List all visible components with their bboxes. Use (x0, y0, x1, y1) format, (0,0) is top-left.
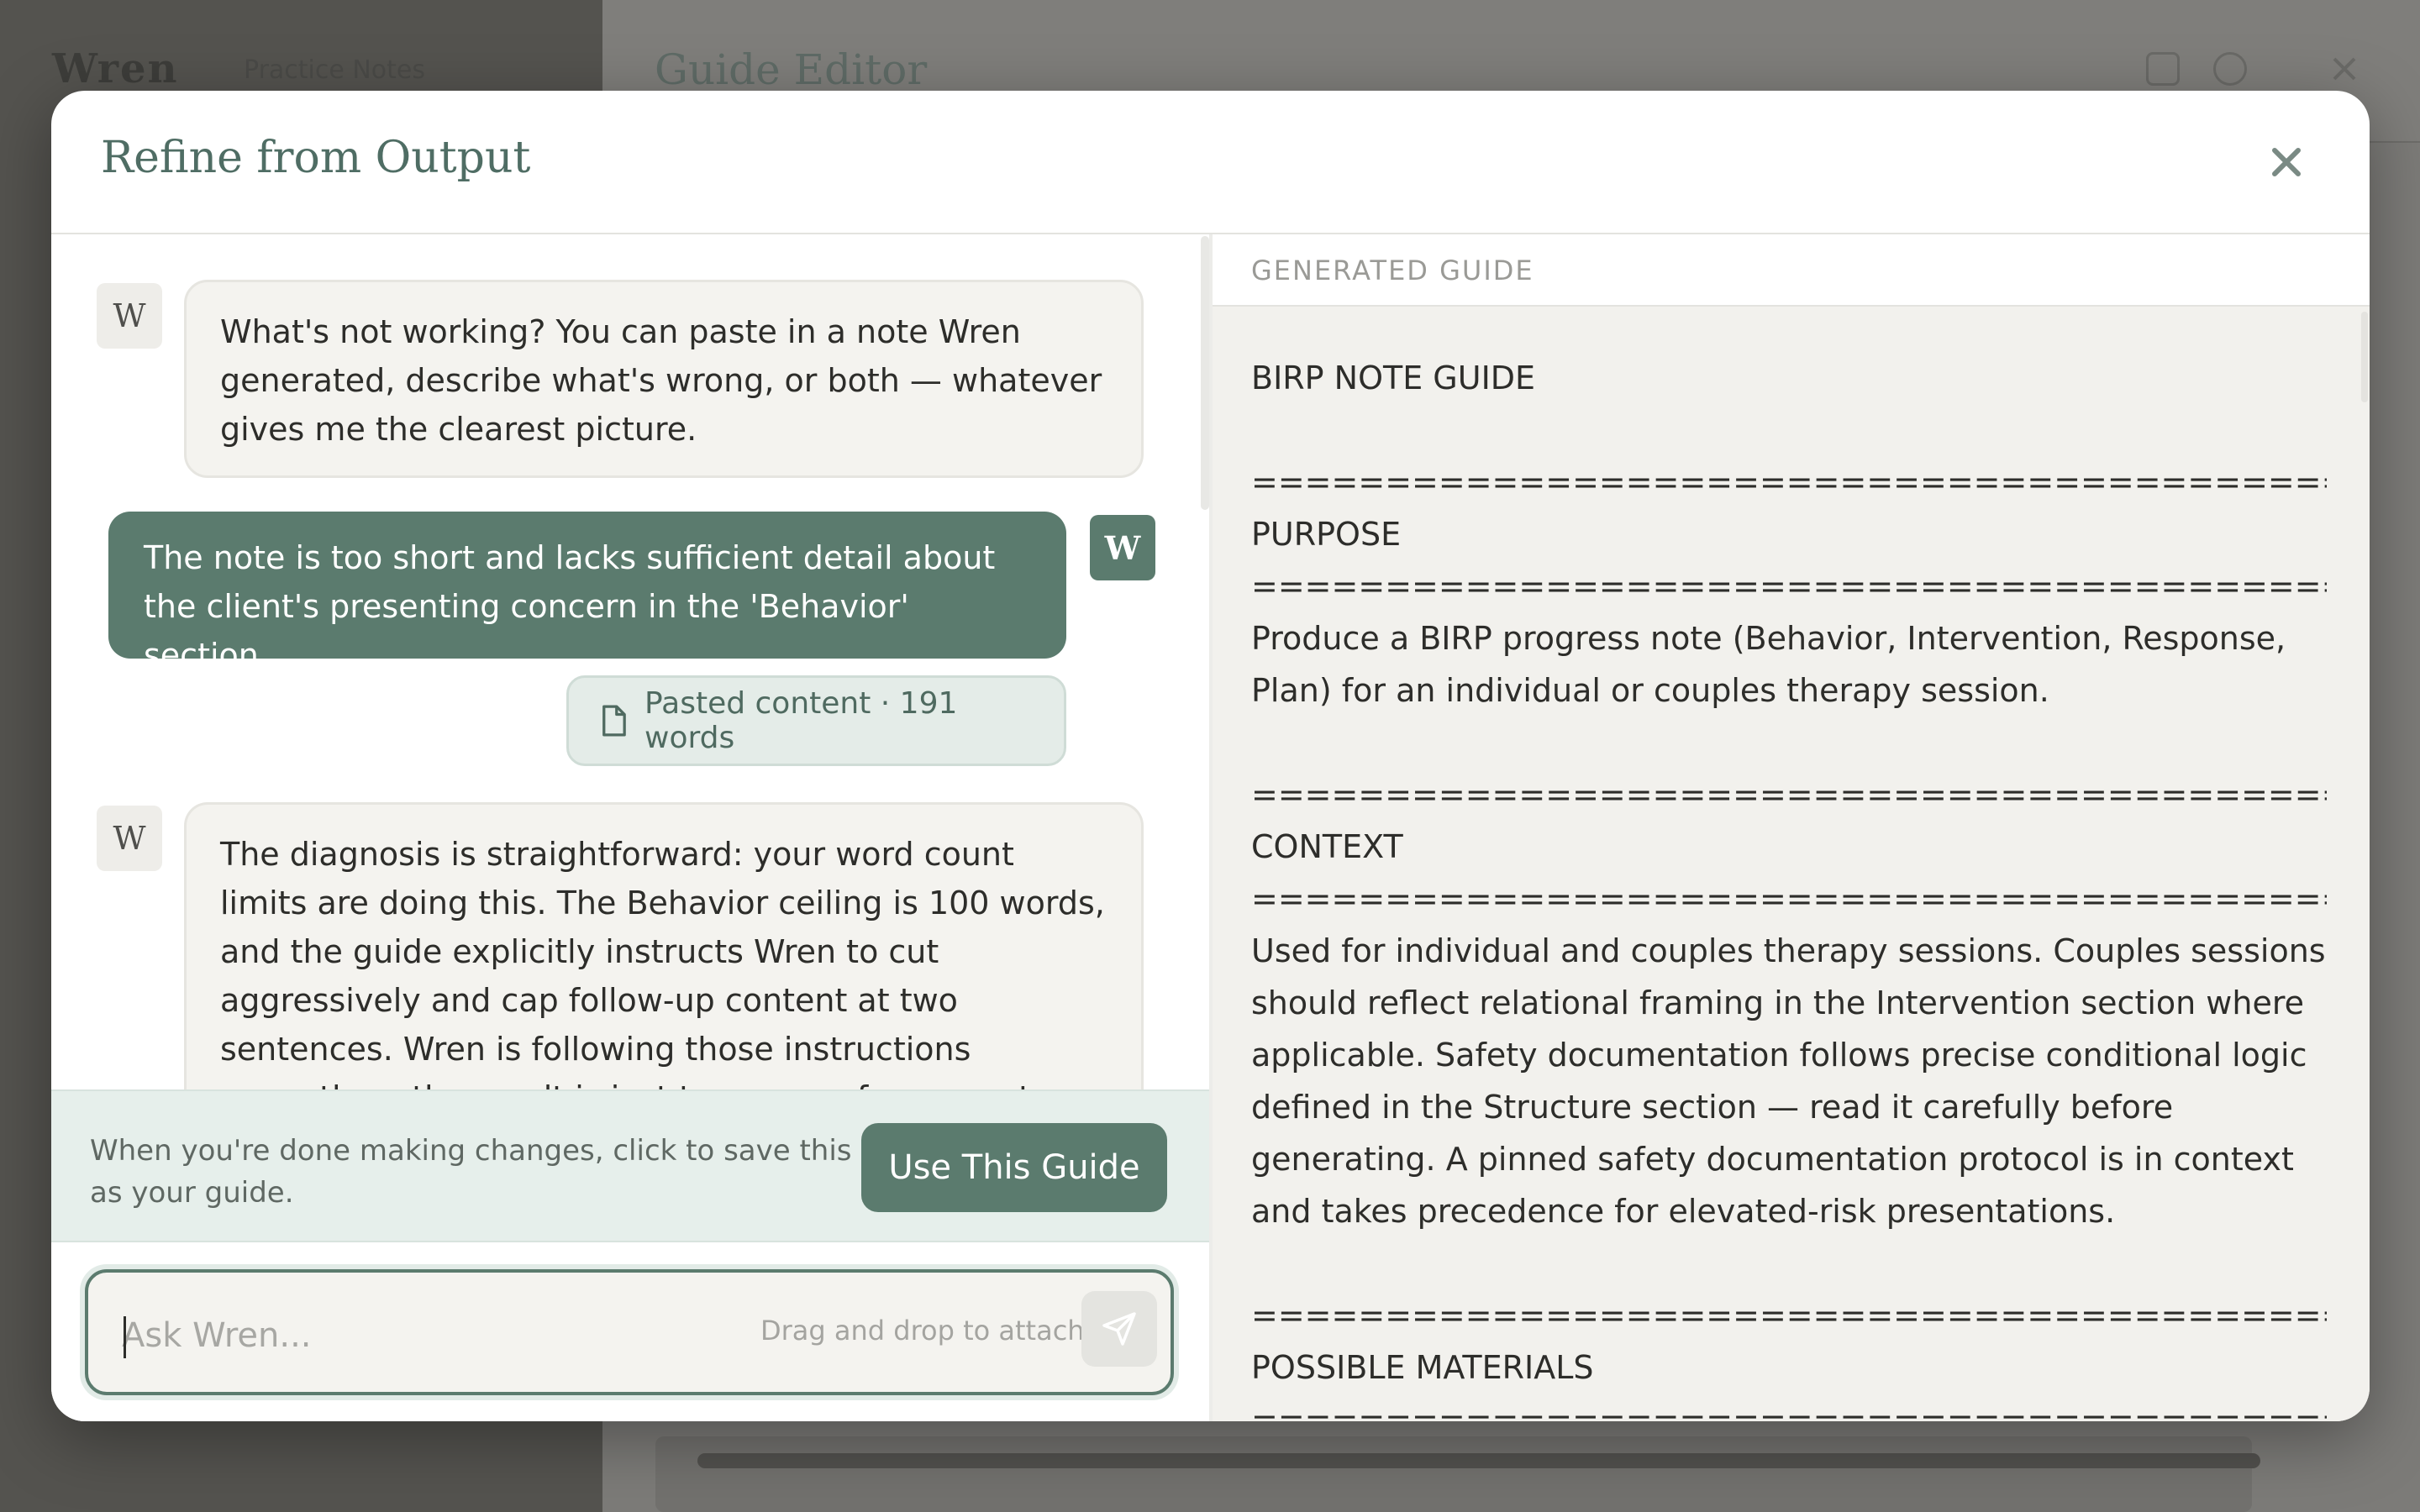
close-icon (2272, 148, 2301, 176)
send-button[interactable] (1081, 1291, 1157, 1367)
background-card (655, 1436, 2252, 1512)
modal-title: Refine from Output (101, 133, 531, 183)
guide-content[interactable]: BIRP NOTE GUIDE ========================… (1251, 352, 2327, 1421)
guide-header-label: GENERATED GUIDE (1251, 255, 1534, 286)
assistant-message: The diagnosis is straightforward: your w… (184, 802, 1144, 1089)
save-hint-text: When you're done making changes, click t… (90, 1134, 852, 1210)
assistant-message: What's not working? You can paste in a n… (184, 280, 1144, 478)
app-logo: Wren (52, 45, 179, 92)
assistant-avatar: W (97, 806, 162, 871)
guide-header: GENERATED GUIDE (1213, 234, 2370, 307)
chat-input-box[interactable]: Drag and drop to attach (85, 1269, 1174, 1395)
settings-icon (2213, 52, 2247, 86)
use-this-guide-button[interactable]: Use This Guide (861, 1123, 1167, 1212)
info-icon (2146, 52, 2180, 86)
text-caret (124, 1316, 126, 1358)
user-avatar: W (1090, 515, 1155, 580)
modal-header: Refine from Output (51, 91, 2370, 234)
send-icon (1102, 1312, 1136, 1346)
save-bar: When you're done making changes, click t… (51, 1089, 1209, 1242)
generated-guide-panel: GENERATED GUIDE BIRP NOTE GUIDE ========… (1213, 234, 2370, 1421)
chat-messages[interactable]: W What's not working? You can paste in a… (51, 234, 1209, 1089)
app-logo-subtitle: Practice Notes (244, 55, 426, 85)
chat-panel: W What's not working? You can paste in a… (51, 234, 1209, 1421)
pasted-content-chip[interactable]: Pasted content · 191 words (566, 675, 1066, 766)
background-close-icon (2328, 52, 2361, 86)
assistant-avatar: W (97, 283, 162, 349)
ask-wren-input[interactable] (122, 1306, 710, 1365)
drag-drop-hint: Drag and drop to attach (760, 1315, 1085, 1347)
document-icon (602, 705, 626, 737)
close-button[interactable] (2264, 139, 2309, 185)
background-card-bar (697, 1453, 2260, 1468)
background-page-title: Guide Editor (655, 45, 928, 94)
guide-scrollbar[interactable] (2361, 312, 2368, 402)
user-message: The note is too short and lacks sufficie… (108, 512, 1066, 674)
chat-scrollbar[interactable] (1201, 236, 1209, 510)
pasted-content-label: Pasted content · 191 words (644, 686, 958, 755)
refine-modal: Refine from Output W What's not working?… (51, 91, 2370, 1421)
